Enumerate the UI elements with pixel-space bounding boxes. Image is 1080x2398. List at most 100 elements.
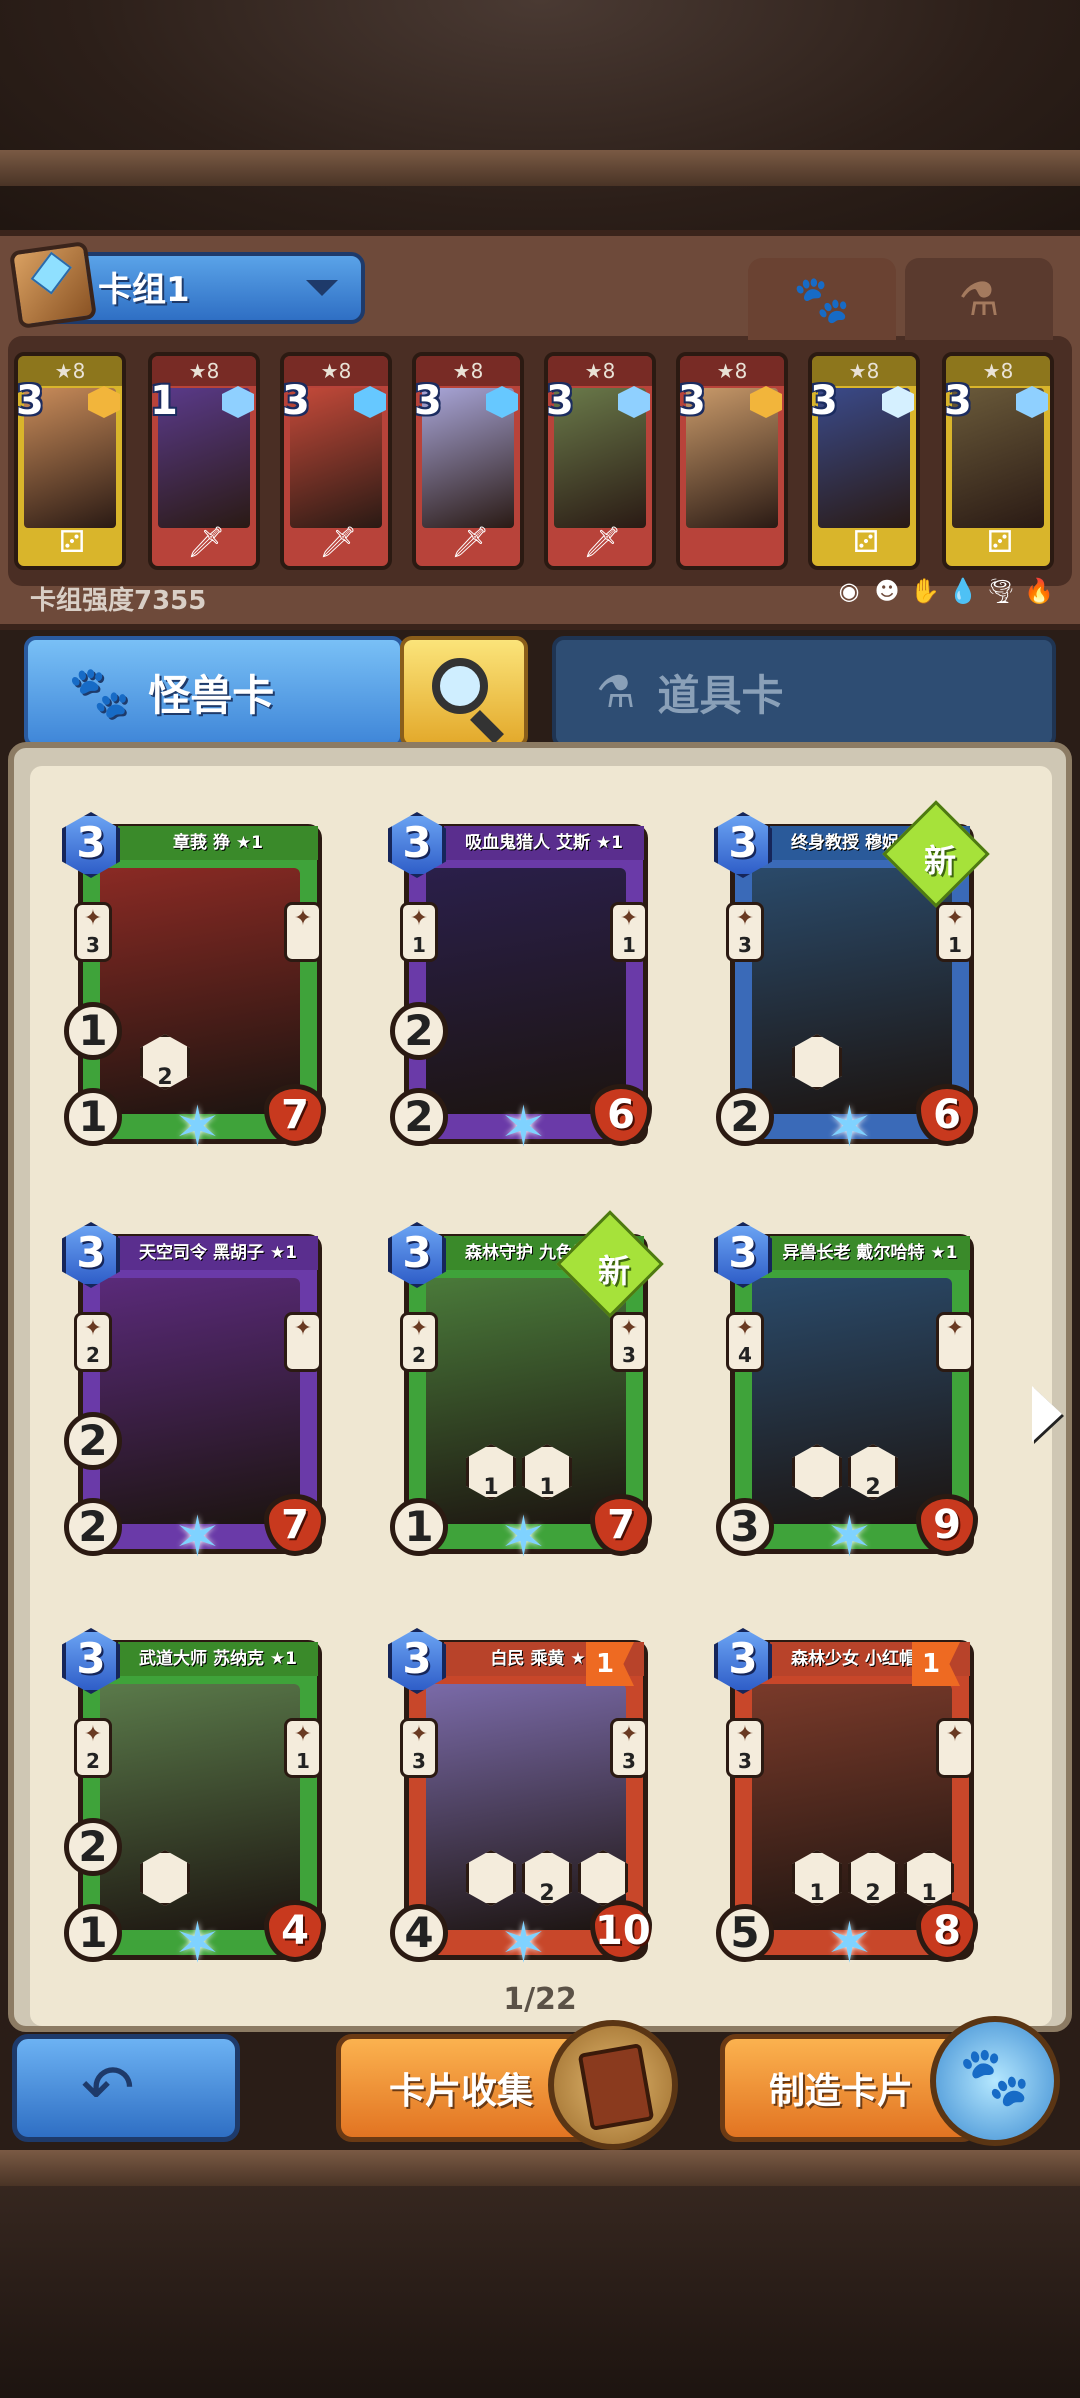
- skill-icon: [792, 1034, 842, 1090]
- dark-element-icon[interactable]: ☻: [874, 577, 900, 605]
- hand-element-icon[interactable]: ✋: [910, 577, 940, 605]
- trait-icon: ✦: [945, 906, 965, 931]
- right-trait: ✦ 3: [610, 1718, 648, 1778]
- left-trait: ✦ 2: [400, 1312, 438, 1372]
- right-trait: ✦: [936, 1718, 974, 1778]
- wind-element-icon[interactable]: 🌪: [986, 577, 1016, 605]
- trait-icon: ✦: [409, 906, 429, 931]
- deck-card[interactable]: ★8 3 ⚂: [942, 352, 1054, 570]
- neutral-element-icon[interactable]: ◉: [836, 577, 862, 605]
- attack-stat: 5: [716, 1904, 774, 1962]
- tab-monster-deck[interactable]: 🐾: [748, 258, 896, 340]
- trait-icon: ✦: [293, 906, 313, 931]
- deck-power: 卡组强度7355: [30, 586, 207, 616]
- attack-stat: 1: [390, 1498, 448, 1556]
- paw-icon: 🐾: [793, 271, 851, 326]
- skill-icon: 2: [522, 1850, 572, 1906]
- right-trait: ✦ 1: [936, 902, 974, 962]
- back-button[interactable]: ↶: [12, 2034, 240, 2142]
- card-cost: 3: [402, 1634, 432, 1683]
- monster-card[interactable]: 武道大师 苏纳克 ★1 3 ✦ 2 ✦ 1 2 1 4 ✶: [62, 1628, 326, 1990]
- card-cost: 3: [402, 1228, 432, 1277]
- tab-label: 怪兽卡: [148, 670, 275, 720]
- card-art: [100, 1278, 300, 1524]
- card-type-icon: [714, 524, 754, 560]
- monster-card[interactable]: 异兽长老 戴尔哈特 ★1 3 ✦ 4 ✦ 3 9 ✶ 2: [714, 1222, 978, 1584]
- monster-card[interactable]: 吸血鬼猎人 艾斯 ★1 3 ✦ 1 ✦ 1 2 2 6 ✶: [388, 812, 652, 1174]
- left-trait: ✦ 3: [726, 1718, 764, 1778]
- attack-stat: 4: [390, 1904, 448, 1962]
- skill-row: 2: [140, 1034, 190, 1090]
- left-trait: ✦ 3: [74, 902, 112, 962]
- monster-card[interactable]: 章莪 狰 ★1 3 ✦ 3 ✦ 1 1 7 ✶ 2: [62, 812, 326, 1174]
- card-cost: 3: [728, 818, 758, 867]
- chevron-down-icon[interactable]: [306, 280, 338, 296]
- right-trait: ✦: [284, 1312, 322, 1372]
- element-filter-bar: ◉ ☻ ✋ 💧 🌪 🔥: [836, 577, 1054, 605]
- left-trait: ✦ 3: [400, 1718, 438, 1778]
- card-art: [100, 868, 300, 1114]
- page-indicator: 1/22: [503, 1982, 577, 2017]
- card-cost: 3: [728, 1634, 758, 1683]
- tab-item-cards[interactable]: ⚗ 道具卡: [552, 636, 1056, 748]
- skill-row: [792, 1034, 842, 1090]
- monster-card[interactable]: 森林少女 小红帽 ★8 3 ✦ 3 ✦ 5 8 ✶ 1 2 1 1: [714, 1628, 978, 1990]
- dice-stat: 2: [64, 1412, 122, 1470]
- search-button[interactable]: [400, 636, 528, 748]
- back-arrow-icon: ↶: [81, 2052, 135, 2126]
- monster-card[interactable]: 天空司令 黑胡子 ★1 3 ✦ 2 ✦ 2 2 7 ✶: [62, 1222, 326, 1584]
- card-type-icon: 🗡: [450, 524, 490, 560]
- trait-icon: ✦: [409, 1316, 429, 1341]
- monster-card[interactable]: 终身教授 穆娖尔 ★1 3 ✦ 3 ✦ 1 2 6 ✶ 新: [714, 800, 990, 1174]
- deck-card[interactable]: ★8 3 🗡: [544, 352, 656, 570]
- card-cost: 3: [282, 378, 310, 424]
- attack-stat: 1: [64, 1088, 122, 1146]
- left-trait: ✦ 4: [726, 1312, 764, 1372]
- deck-card[interactable]: ★8 3 🗡: [280, 352, 392, 570]
- trait-icon: ✦: [735, 906, 755, 931]
- card-name: 天空司令 黑胡子 ★1: [118, 1236, 318, 1270]
- trait-icon: ✦: [83, 906, 103, 931]
- trait-icon: ✦: [293, 1316, 313, 1341]
- card-cost: 3: [76, 818, 106, 867]
- deck-card[interactable]: ★8 3 ⚂: [14, 352, 126, 570]
- rarity-star-icon: ✶: [174, 1095, 221, 1160]
- trait-icon: ✦: [945, 1722, 965, 1747]
- new-badge-label: 新: [597, 1252, 630, 1290]
- monster-card[interactable]: 白民 乘黄 ★8 3 ✦ 3 ✦ 3 4 10 ✶ 2 1: [388, 1628, 652, 1990]
- deck-card[interactable]: ★8 1 🗡: [148, 352, 260, 570]
- deck-card[interactable]: ★8 3: [676, 352, 788, 570]
- card-collection-icon[interactable]: [548, 2020, 678, 2150]
- rarity-star-icon: ✶: [500, 1095, 547, 1160]
- card-cost: 3: [414, 378, 442, 424]
- left-trait: ✦ 2: [74, 1312, 112, 1372]
- skill-icon: 1: [792, 1850, 842, 1906]
- deck-card[interactable]: ★8 3 🗡: [412, 352, 524, 570]
- tab-monster-cards[interactable]: 🐾 怪兽卡: [24, 636, 404, 748]
- health-stat: 10: [590, 1900, 652, 1962]
- craft-card-label: 制造卡片: [769, 2071, 914, 2112]
- right-trait: ✦ 1: [284, 1718, 322, 1778]
- card-cost: 3: [678, 378, 706, 424]
- skill-icon: [140, 1850, 190, 1906]
- skill-icon: [466, 1850, 516, 1906]
- potion-paw-icon[interactable]: 🐾: [930, 2016, 1060, 2146]
- deck-card[interactable]: ★8 3 ⚂: [808, 352, 920, 570]
- skill-row: 2: [792, 1444, 898, 1500]
- water-element-icon[interactable]: 💧: [948, 577, 978, 605]
- skill-icon: 2: [140, 1034, 190, 1090]
- rarity-star-icon: ✶: [826, 1911, 873, 1976]
- fire-element-icon[interactable]: 🔥: [1024, 577, 1054, 605]
- card-type-icon: 🗡: [186, 524, 226, 560]
- skill-icon: 2: [848, 1850, 898, 1906]
- rarity-star-icon: ✶: [500, 1911, 547, 1976]
- tab-item-deck[interactable]: ⚗: [905, 258, 1053, 340]
- monster-card[interactable]: 森林守护 九色鹿 ★1 3 ✦ 2 ✦ 3 1 7 ✶ 1 1 新: [388, 1210, 664, 1584]
- next-page-arrow-icon[interactable]: [1032, 1386, 1062, 1442]
- skill-row: [140, 1850, 190, 1906]
- wood-beam: [0, 2150, 1080, 2186]
- attack-stat: 2: [716, 1088, 774, 1146]
- card-art: [426, 868, 626, 1114]
- rarity-star-icon: ✶: [174, 1911, 221, 1976]
- trait-icon: ✦: [619, 906, 639, 931]
